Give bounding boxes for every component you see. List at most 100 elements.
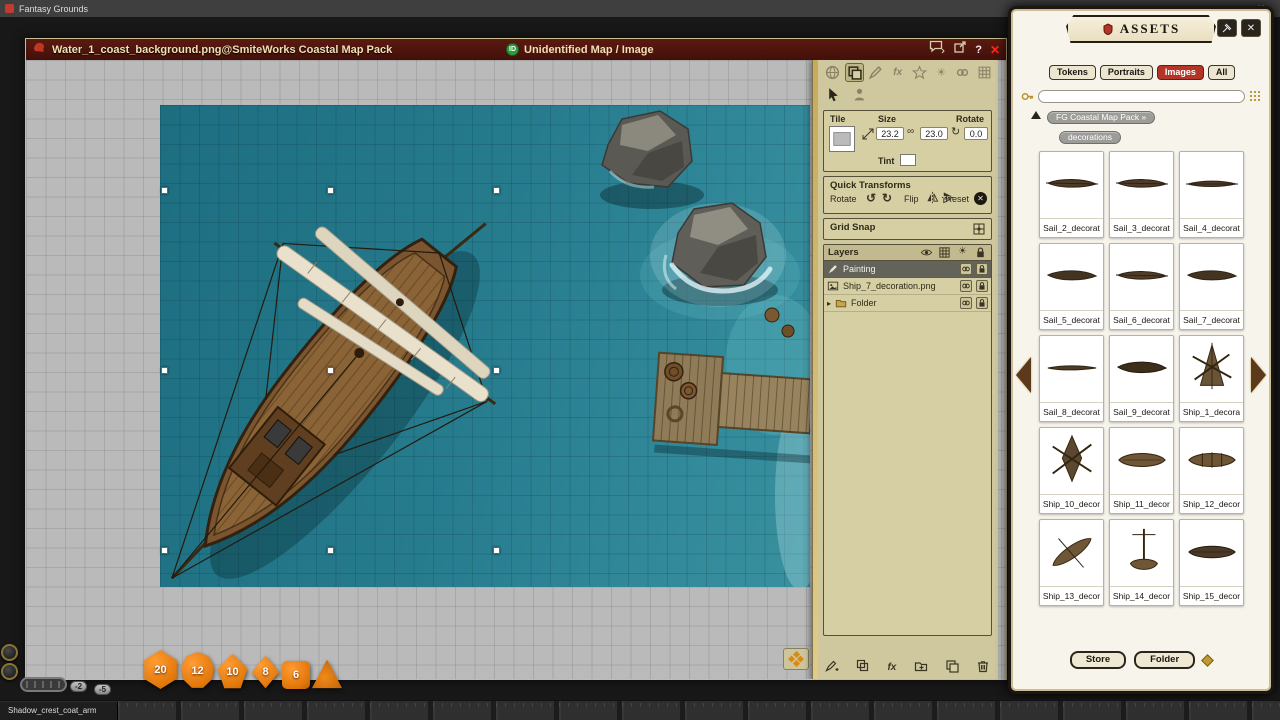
person-icon[interactable] [849, 85, 869, 104]
asset-card[interactable]: Ship_11_decor [1109, 427, 1174, 514]
tab-tokens[interactable]: Tokens [1049, 65, 1096, 80]
selection-handle[interactable] [327, 187, 334, 194]
grid-snap-icon[interactable] [972, 222, 986, 236]
hotkey-slots[interactable] [118, 701, 1280, 720]
grid-dots-icon[interactable] [1249, 90, 1261, 102]
selection-handle[interactable] [493, 187, 500, 194]
breadcrumb-folder[interactable]: decorations [1059, 131, 1121, 144]
modifier-chip[interactable]: -5 [94, 684, 111, 695]
asset-card[interactable]: Sail_4_decorat [1179, 151, 1244, 238]
taskbar-item[interactable]: Shadow_crest_coat_arm [0, 702, 118, 720]
collapse-arrow-icon[interactable] [1031, 111, 1041, 119]
add-image-layer-icon[interactable] [856, 659, 870, 675]
folder-button[interactable]: Folder [1134, 651, 1195, 669]
tab-portraits[interactable]: Portraits [1100, 65, 1153, 80]
delete-layer-icon[interactable] [976, 659, 990, 675]
share-icon[interactable] [929, 40, 945, 59]
selection-handle[interactable] [327, 547, 334, 554]
tab-all[interactable]: All [1208, 65, 1236, 80]
asset-card[interactable]: Ship_10_decor [1039, 427, 1104, 514]
selection-handle[interactable] [493, 547, 500, 554]
add-folder-icon[interactable] [914, 659, 928, 675]
lock-icon[interactable] [974, 246, 987, 259]
id-badge-icon[interactable]: ID [506, 43, 519, 56]
asset-card[interactable]: Sail_2_decorat [1039, 151, 1104, 238]
options-dial-button[interactable] [1, 644, 18, 661]
page-right-arrow[interactable] [1251, 357, 1266, 393]
add-drawing-layer-icon[interactable] [825, 659, 839, 675]
lighting-toggle-icon[interactable]: ☀ [956, 246, 969, 259]
radial-menu-button[interactable] [783, 648, 809, 670]
layer-row-painting[interactable]: Painting [824, 261, 991, 278]
shapes-icon[interactable] [910, 63, 929, 82]
map-canvas[interactable]: fx ☀ Tile Size Rotate 23.2 [26, 60, 1006, 679]
link-icon[interactable] [960, 263, 972, 275]
size-height-field[interactable]: 23.0 [920, 127, 948, 140]
lock-icon[interactable] [976, 280, 988, 292]
asset-card[interactable]: Ship_1_decora [1179, 335, 1244, 422]
lighting-icon[interactable]: ☀ [932, 63, 951, 82]
effects-icon[interactable]: fx [888, 63, 907, 82]
tint-swatch[interactable] [900, 154, 916, 166]
d8-die[interactable]: 8 [250, 655, 281, 689]
lock-icon[interactable] [976, 297, 988, 309]
asset-card[interactable]: Sail_9_decorat [1109, 335, 1174, 422]
search-input[interactable] [1038, 90, 1245, 103]
grid-snap-box[interactable]: Grid Snap [823, 218, 992, 240]
layer-row-folder[interactable]: ▸ Folder [824, 295, 991, 312]
link-icon[interactable] [960, 280, 972, 292]
selection-handle[interactable] [161, 187, 168, 194]
tile-thumbnail[interactable] [829, 126, 855, 152]
grid-toggle-icon[interactable] [938, 246, 951, 259]
layers-icon[interactable] [845, 63, 864, 82]
tab-images[interactable]: Images [1157, 65, 1204, 80]
d20-die[interactable]: 20 [142, 650, 179, 689]
add-effects-layer-icon[interactable]: fx [887, 662, 896, 673]
page-left-arrow[interactable] [1016, 357, 1031, 393]
selection-handle[interactable] [161, 547, 168, 554]
asset-card[interactable]: Sail_5_decorat [1039, 243, 1104, 330]
asset-card[interactable]: Ship_14_decor [1109, 519, 1174, 606]
asset-card[interactable]: Sail_7_decorat [1179, 243, 1244, 330]
asset-card[interactable]: Sail_3_decorat [1109, 151, 1174, 238]
water-map-image[interactable] [160, 105, 810, 587]
selection-handle[interactable] [161, 367, 168, 374]
map-close-button[interactable]: ✕ [990, 43, 1000, 57]
pointer-icon[interactable] [823, 85, 843, 104]
duplicate-layer-icon[interactable] [945, 659, 959, 675]
d4-die[interactable] [311, 659, 343, 689]
asset-card[interactable]: Ship_13_decor [1039, 519, 1104, 606]
flip-horizontal-icon[interactable] [926, 191, 939, 204]
map-titlebar[interactable]: Water_1_coast_background.png@SmiteWorks … [26, 39, 1006, 60]
rotate-icon[interactable]: ↻ [951, 125, 960, 138]
rotate-value-field[interactable]: 0.0 [964, 127, 988, 140]
selection-handle[interactable] [327, 367, 334, 374]
reset-button[interactable]: ✕ [974, 192, 987, 205]
link-dimensions-icon[interactable]: ∞ [907, 126, 914, 137]
asset-card[interactable]: Sail_8_decorat [1039, 335, 1104, 422]
globe-icon[interactable] [823, 63, 842, 82]
store-button[interactable]: Store [1070, 651, 1126, 669]
selection-handle[interactable] [493, 367, 500, 374]
grid-icon[interactable] [975, 63, 994, 82]
hotkey-bar[interactable] [20, 677, 67, 692]
rotate-cw-icon[interactable]: ↻ [882, 191, 892, 205]
panel-scrollbar[interactable] [813, 60, 818, 679]
chat-dial-button[interactable] [1, 663, 18, 680]
asset-card[interactable]: Ship_15_decor [1179, 519, 1244, 606]
asset-card[interactable]: Ship_12_decor [1179, 427, 1244, 514]
pin-icon[interactable] [1217, 19, 1237, 37]
d10-die[interactable]: 10 [216, 654, 249, 689]
rotate-ccw-icon[interactable]: ↺ [866, 191, 876, 205]
link-icon[interactable] [954, 63, 973, 82]
expander-icon[interactable]: ▸ [827, 299, 831, 308]
layer-row-ship-decoration[interactable]: Ship_7_decoration.png [824, 278, 991, 295]
size-width-field[interactable]: 23.2 [876, 127, 904, 140]
export-icon[interactable] [953, 40, 967, 59]
lock-icon[interactable] [976, 263, 988, 275]
d12-die[interactable]: 12 [180, 652, 215, 689]
eye-icon[interactable] [920, 246, 933, 259]
draw-icon[interactable] [867, 63, 886, 82]
asset-card[interactable]: Sail_6_decorat [1109, 243, 1174, 330]
d6-die[interactable]: 6 [282, 661, 310, 689]
